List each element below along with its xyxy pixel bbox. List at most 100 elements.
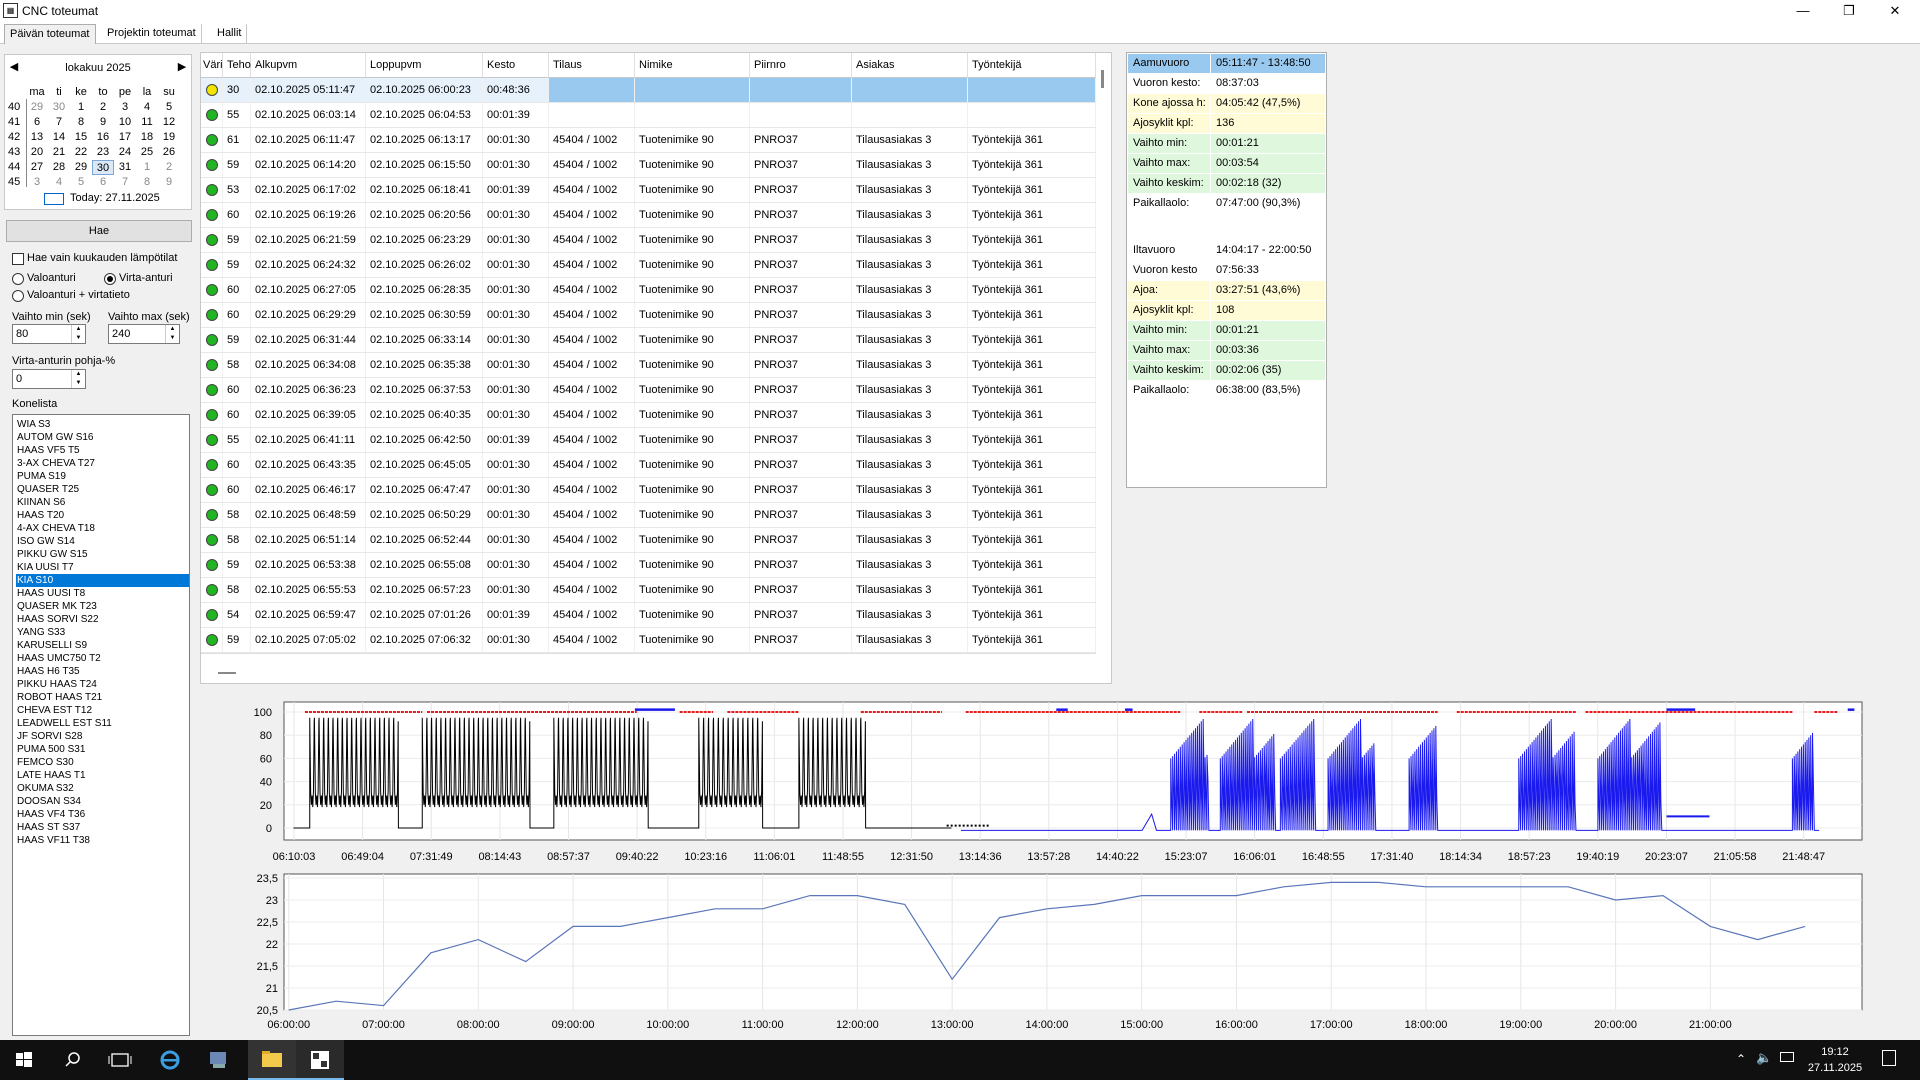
machine-list[interactable]: WIA S3 AUTOM GW S16 HAAS VF5 T5 3-AX CHEVA …	[12, 414, 190, 1036]
column-header-employee[interactable]: Työntekijä	[968, 53, 1096, 78]
calendar-day[interactable]: 5	[158, 100, 180, 115]
volume-icon[interactable]: 🔈	[1756, 1050, 1772, 1066]
machine-list-item[interactable]: KIINAN S6	[16, 496, 189, 509]
column-header-item-name[interactable]: Nimike	[635, 53, 750, 78]
tab-paivan-toteumat[interactable]: Päivän toteumat	[4, 24, 96, 44]
machine-list-item[interactable]: HAAS SORVI S22	[16, 613, 189, 626]
machine-list-item[interactable]: HAAS H6 T35	[16, 665, 189, 678]
tab-projektin-toteumat[interactable]: Projektin toteumat	[102, 24, 202, 44]
column-header-order[interactable]: Tilaus	[549, 53, 635, 78]
machine-list-item[interactable]: LEADWELL EST S11	[16, 717, 189, 730]
machine-list-item[interactable]: HAAS VF5 T5	[16, 444, 189, 457]
stepper-arrows-icon[interactable]: ▲ ▼	[71, 325, 85, 343]
network-icon[interactable]	[1780, 1052, 1794, 1062]
calendar-day[interactable]: 9	[158, 175, 180, 190]
calendar-day[interactable]: 1	[136, 160, 158, 175]
table-row[interactable]: 59 02.10.2025 06:53:38 02.10.2025 06:55:08…	[201, 553, 1096, 578]
calendar-day[interactable]: 15	[70, 130, 92, 145]
current-sensor-radio[interactable]	[104, 273, 116, 285]
machine-list-item[interactable]: 3-AX CHEVA T27	[16, 457, 189, 470]
minimize-icon[interactable]: —	[1780, 0, 1826, 22]
file-explorer-icon[interactable]	[248, 1040, 296, 1080]
calendar-day[interactable]: 3	[114, 100, 136, 115]
change-max-stepper[interactable]: 240 ▲ ▼	[108, 324, 180, 344]
calendar-day[interactable]: 13	[26, 130, 48, 145]
machine-list-item[interactable]: QUASER T25	[16, 483, 189, 496]
prev-month-icon[interactable]: ◀	[8, 60, 20, 73]
machine-list-item[interactable]: DOOSAN S34	[16, 795, 189, 808]
machine-list-item[interactable]: ISO GW S14	[16, 535, 189, 548]
calendar-day[interactable]: 17	[114, 130, 136, 145]
column-header-color[interactable]: Väri	[201, 53, 223, 78]
grid-scroll-thumb[interactable]	[1101, 70, 1104, 88]
table-row[interactable]: 60 02.10.2025 06:36:23 02.10.2025 06:37:53…	[201, 378, 1096, 403]
machine-list-item[interactable]: HAAS ST S37	[16, 821, 189, 834]
table-row[interactable]: 58 02.10.2025 06:55:53 02.10.2025 06:57:23…	[201, 578, 1096, 603]
tray-chevron-icon[interactable]: ⌃	[1736, 1052, 1746, 1066]
machine-list-item[interactable]: PUMA 500 S31	[16, 743, 189, 756]
calendar-day[interactable]: 29	[26, 100, 48, 115]
machine-list-item[interactable]: OKUMA S32	[16, 782, 189, 795]
calendar-day[interactable]: 29	[70, 160, 92, 175]
machine-list-item[interactable]: PIKKU GW S15	[16, 548, 189, 561]
column-header-customer[interactable]: Asiakas	[852, 53, 968, 78]
calendar-day[interactable]: 8	[70, 115, 92, 130]
taskbar-clock[interactable]: 19:12 27.11.2025	[1800, 1044, 1870, 1076]
calendar-day[interactable]: 7	[114, 175, 136, 190]
calendar-day[interactable]: 14	[48, 130, 70, 145]
table-row[interactable]: 55 02.10.2025 06:41:11 02.10.2025 06:42:50…	[201, 428, 1096, 453]
column-header-drawing-no[interactable]: Piirnro	[750, 53, 852, 78]
column-header-teho[interactable]: Teho	[223, 53, 251, 78]
table-row[interactable]: 59 02.10.2025 06:14:20 02.10.2025 06:15:50…	[201, 153, 1096, 178]
restore-icon[interactable]: ❐	[1826, 0, 1872, 22]
calendar-day[interactable]: 28	[48, 160, 70, 175]
machine-list-item[interactable]: PUMA S19	[16, 470, 189, 483]
grid-vertical-scrollbar[interactable]	[1098, 54, 1110, 674]
calendar-day[interactable]: 18	[136, 130, 158, 145]
calendar-day[interactable]: 2	[92, 100, 114, 115]
grid-horizontal-scroll-thumb[interactable]	[218, 672, 236, 674]
internet-explorer-icon[interactable]	[148, 1040, 196, 1080]
machine-list-item[interactable]: YANG S33	[16, 626, 189, 639]
tab-hallit[interactable]: Hallit	[212, 24, 248, 44]
table-row[interactable]: 60 02.10.2025 06:39:05 02.10.2025 06:40:35…	[201, 403, 1096, 428]
table-row[interactable]: 60 02.10.2025 06:46:17 02.10.2025 06:47:47…	[201, 478, 1096, 503]
change-min-stepper[interactable]: 80 ▲ ▼	[12, 324, 86, 344]
calendar-day[interactable]: 30	[48, 100, 70, 115]
windows-start-icon[interactable]	[0, 1040, 48, 1080]
close-icon[interactable]: ✕	[1872, 0, 1918, 22]
table-row[interactable]: 60 02.10.2025 06:43:35 02.10.2025 06:45:05…	[201, 453, 1096, 478]
calendar-day[interactable]: 10	[114, 115, 136, 130]
table-row[interactable]: 59 02.10.2025 07:05:02 02.10.2025 07:06:32…	[201, 628, 1096, 653]
light-sensor-radio[interactable]	[12, 273, 24, 285]
calendar-month-label[interactable]: lokakuu 2025	[58, 62, 138, 74]
calendar-day[interactable]: 23	[92, 145, 114, 160]
table-row[interactable]: 59 02.10.2025 06:31:44 02.10.2025 06:33:14…	[201, 328, 1096, 353]
machine-list-item[interactable]: PIKKU HAAS T24	[16, 678, 189, 691]
calendar-day[interactable]: 20	[26, 145, 48, 160]
table-row[interactable]: 59 02.10.2025 06:21:59 02.10.2025 06:23:29…	[201, 228, 1096, 253]
calendar-day[interactable]: 4	[48, 175, 70, 190]
stepper-arrows-icon[interactable]: ▲ ▼	[71, 370, 85, 388]
column-header-duration[interactable]: Kesto	[483, 53, 549, 78]
calendar-day[interactable]: 16	[92, 130, 114, 145]
calendar-day[interactable]: 25	[136, 145, 158, 160]
table-row[interactable]: 58 02.10.2025 06:51:14 02.10.2025 06:52:44…	[201, 528, 1096, 553]
machine-list-item[interactable]: AUTOM GW S16	[16, 431, 189, 444]
machine-list-item[interactable]: KARUSELLI S9	[16, 639, 189, 652]
table-row[interactable]: 53 02.10.2025 06:17:02 02.10.2025 06:18:41…	[201, 178, 1096, 203]
table-row[interactable]: 59 02.10.2025 06:24:32 02.10.2025 06:26:02…	[201, 253, 1096, 278]
calendar-day[interactable]: 2	[158, 160, 180, 175]
machine-list-item[interactable]: 4-AX CHEVA T18	[16, 522, 189, 535]
machine-list-item[interactable]: LATE HAAS T1	[16, 769, 189, 782]
table-row[interactable]: 60 02.10.2025 06:27:05 02.10.2025 06:28:35…	[201, 278, 1096, 303]
calendar-day[interactable]: 24	[114, 145, 136, 160]
machine-list-item[interactable]: HAAS VF11 T38	[16, 834, 189, 847]
notifications-icon[interactable]	[1882, 1050, 1896, 1066]
today-link[interactable]: Today: 27.11.2025	[70, 192, 160, 204]
machine-list-item[interactable]: JF SORVI S28	[16, 730, 189, 743]
calendar-day[interactable]: 5	[70, 175, 92, 190]
calendar-day[interactable]: 3	[26, 175, 48, 190]
calendar-day[interactable]: 7	[48, 115, 70, 130]
machine-list-item[interactable]: QUASER MK T23	[16, 600, 189, 613]
